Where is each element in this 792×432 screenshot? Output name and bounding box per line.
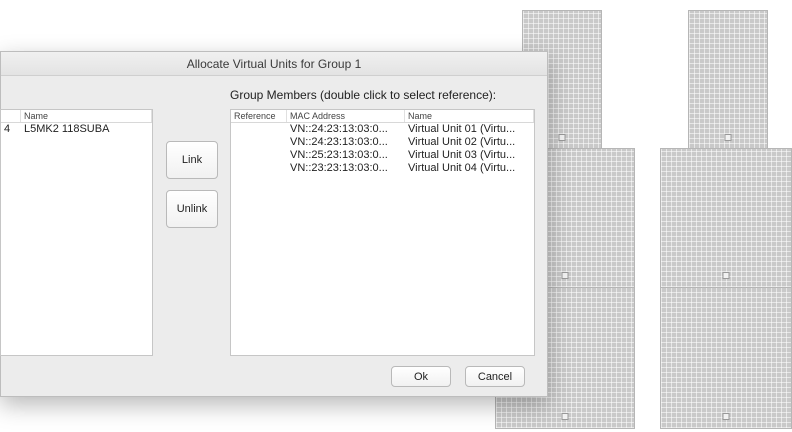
mac-address-cell: VN::23:23:13:03:0...: [290, 162, 388, 174]
speaker-cabinet: [660, 148, 792, 288]
name-cell: Virtual Unit 04 (Virtu...: [408, 162, 516, 174]
name-cell: Virtual Unit 03 (Virtu...: [408, 149, 516, 161]
table-header: Reference MAC Address Name: [231, 110, 534, 123]
table-row[interactable]: 4 L5MK2 118SUBA: [1, 123, 152, 136]
mac-address-cell: VN::25:23:13:03:0...: [290, 149, 388, 161]
link-button[interactable]: Link: [166, 141, 218, 179]
allocate-virtual-units-dialog: Allocate Virtual Units for Group 1 Name …: [0, 51, 548, 397]
mac-address-cell: VN::24:23:13:03:0...: [290, 136, 388, 148]
ok-button[interactable]: Ok: [391, 366, 451, 387]
reference-cell: [231, 136, 287, 149]
table-row[interactable]: VN::25:23:13:03:0... Virtual Unit 03 (Vi…: [231, 149, 534, 162]
row-marker: 4: [4, 123, 11, 135]
table-header: Name: [1, 110, 152, 123]
mac-address-cell: VN::24:23:13:03:0...: [290, 123, 388, 135]
column-header[interactable]: [1, 110, 21, 122]
name-cell: Virtual Unit 01 (Virtu...: [408, 123, 516, 135]
speaker-cabinet: [688, 10, 768, 150]
speaker-cabinet: [660, 287, 792, 429]
unlink-button[interactable]: Unlink: [166, 190, 218, 228]
column-header-mac-address[interactable]: MAC Address: [287, 110, 405, 122]
column-header-reference[interactable]: Reference: [231, 110, 287, 122]
group-members-label: Group Members (double click to select re…: [230, 88, 497, 102]
column-header-name[interactable]: Name: [21, 110, 152, 122]
table-row[interactable]: VN::23:23:13:03:0... Virtual Unit 04 (Vi…: [231, 162, 534, 175]
column-header-name[interactable]: Name: [405, 110, 534, 122]
available-units-table[interactable]: Name 4 L5MK2 118SUBA: [0, 109, 153, 356]
dialog-title: Allocate Virtual Units for Group 1: [186, 56, 362, 71]
reference-cell: [231, 149, 287, 162]
dialog-titlebar[interactable]: Allocate Virtual Units for Group 1: [1, 52, 547, 76]
reference-cell: [231, 162, 287, 175]
table-row[interactable]: VN::24:23:13:03:0... Virtual Unit 01 (Vi…: [231, 123, 534, 136]
cancel-button[interactable]: Cancel: [465, 366, 525, 387]
name-cell: Virtual Unit 02 (Virtu...: [408, 136, 516, 148]
unit-name: L5MK2 118SUBA: [24, 123, 110, 135]
reference-cell: [231, 123, 287, 136]
group-members-table[interactable]: Reference MAC Address Name VN::24:23:13:…: [230, 109, 535, 356]
table-row[interactable]: VN::24:23:13:03:0... Virtual Unit 02 (Vi…: [231, 136, 534, 149]
